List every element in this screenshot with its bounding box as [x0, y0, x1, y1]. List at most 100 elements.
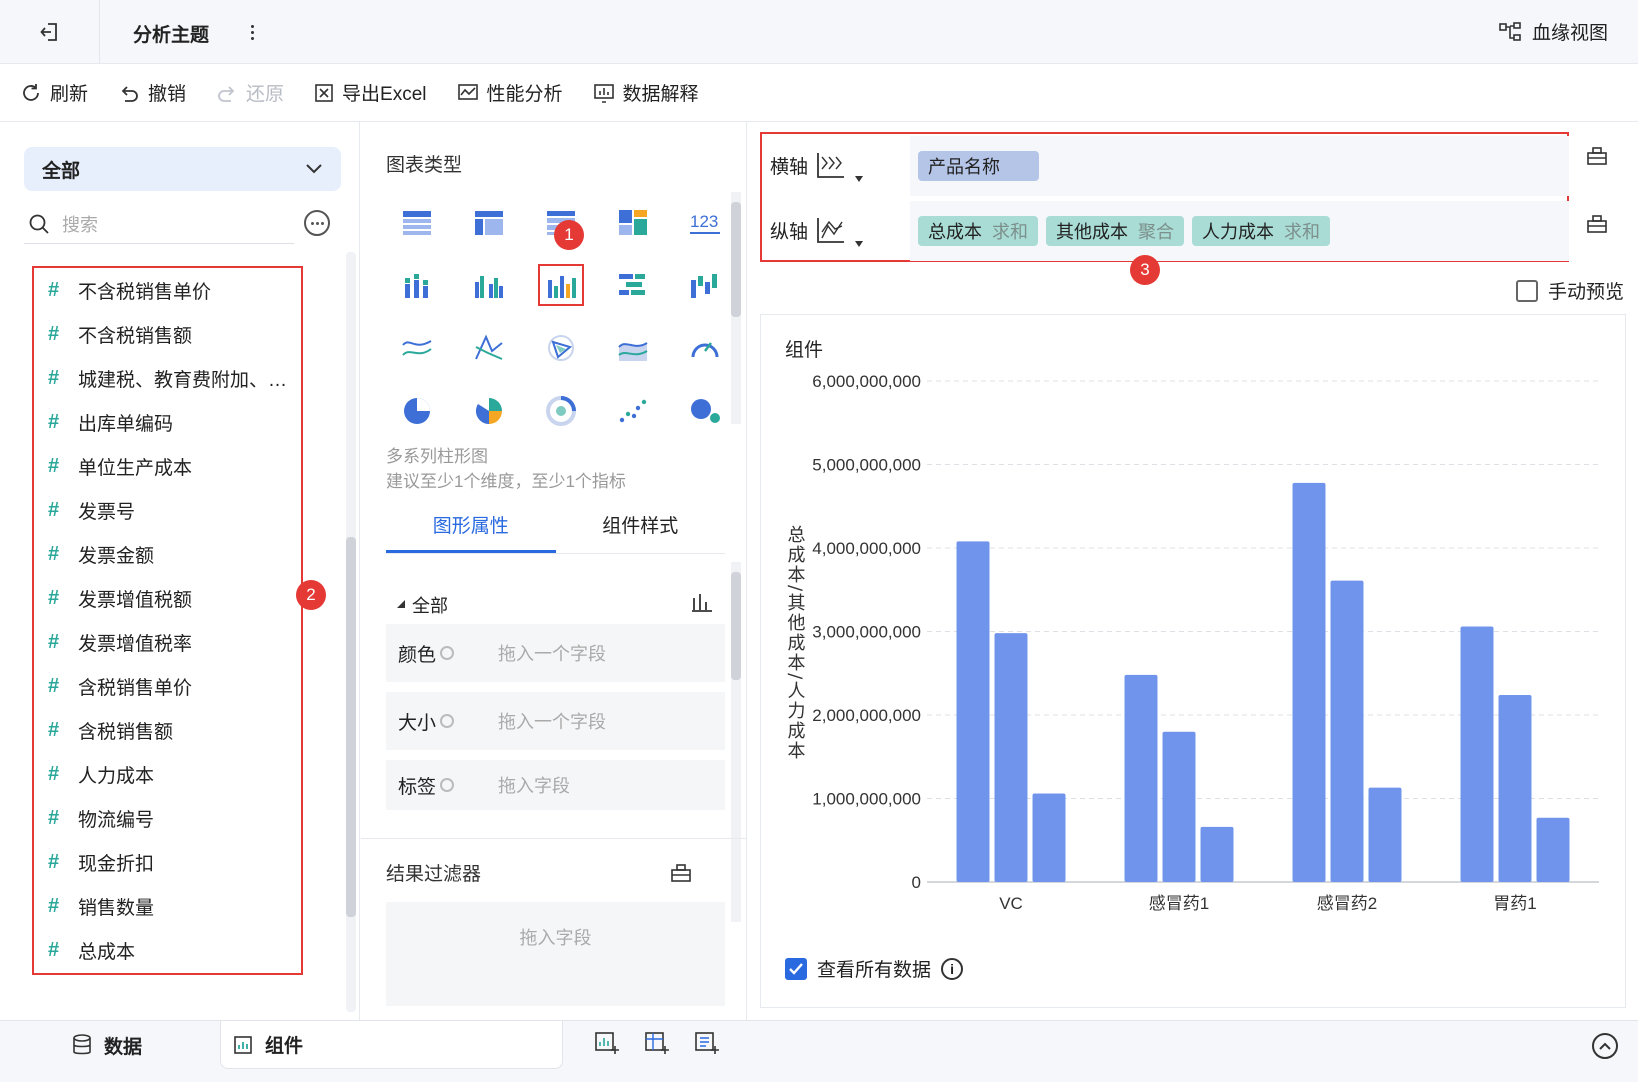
- field-item[interactable]: # 现金折扣: [34, 840, 301, 884]
- size-field-drop[interactable]: 大小 拖入一个字段: [386, 692, 725, 750]
- data-explain-button[interactable]: 数据解释: [593, 79, 699, 106]
- kpi-card-icon[interactable]: [597, 190, 669, 253]
- field-search-input[interactable]: 搜索: [24, 204, 294, 244]
- stacked-bar-icon[interactable]: [381, 253, 453, 316]
- field-item[interactable]: # 不含税销售单价: [34, 268, 301, 312]
- chart-bar[interactable]: [956, 541, 990, 882]
- field-item[interactable]: # 人力成本: [34, 752, 301, 796]
- label-field-drop[interactable]: 标签 拖入字段: [386, 760, 725, 810]
- field-item[interactable]: # 发票号: [34, 488, 301, 532]
- field-item[interactable]: # 单位生产成本: [34, 444, 301, 488]
- donut-chart-icon[interactable]: [525, 379, 597, 442]
- y-axis-settings-icon[interactable]: [1586, 214, 1608, 234]
- add-report-icon[interactable]: [694, 1031, 720, 1055]
- annotation-badge-2: 2: [296, 580, 326, 610]
- field-item[interactable]: # 含税销售单价: [34, 664, 301, 708]
- scatter-icon[interactable]: [597, 379, 669, 442]
- field-item[interactable]: # 发票金额: [34, 532, 301, 576]
- refresh-button[interactable]: 刷新: [20, 79, 88, 106]
- radar-icon[interactable]: [453, 316, 525, 379]
- field-item[interactable]: # 总成本: [34, 928, 301, 972]
- scrollbar-thumb[interactable]: [731, 202, 741, 317]
- field-item[interactable]: # 不含税销售额: [34, 312, 301, 356]
- measure-icon: #: [48, 894, 60, 917]
- x-axis-drop-zone[interactable]: 产品名称: [910, 135, 1569, 196]
- view-all-data-checkbox[interactable]: [785, 957, 807, 980]
- chart-bar[interactable]: [1330, 580, 1364, 882]
- bar-chart-toggle-icon[interactable]: [691, 592, 713, 617]
- chart-bar[interactable]: [1292, 482, 1326, 882]
- performance-analysis-button[interactable]: 性能分析: [457, 79, 563, 106]
- tab-graph-properties[interactable]: 图形属性: [386, 504, 556, 553]
- x-axis-field-pill[interactable]: 产品名称: [918, 150, 1039, 181]
- view-all-data-toggle[interactable]: 查看所有数据 i: [785, 955, 964, 982]
- data-tab[interactable]: 数据: [72, 1021, 142, 1069]
- area-chart-icon[interactable]: [597, 316, 669, 379]
- grouped-table-icon[interactable]: [453, 190, 525, 253]
- chart-bar[interactable]: [994, 633, 1028, 882]
- scrollbar-thumb[interactable]: [731, 572, 741, 680]
- undo-button[interactable]: 撤销: [118, 79, 186, 106]
- multi-series-bar-icon[interactable]: [525, 253, 597, 316]
- detail-table-icon[interactable]: [381, 190, 453, 253]
- field-item[interactable]: # 物流编号: [34, 796, 301, 840]
- range-bar-icon[interactable]: [597, 253, 669, 316]
- field-item[interactable]: # 含税销售额: [34, 708, 301, 752]
- add-table-icon[interactable]: [644, 1031, 670, 1055]
- chart-bar[interactable]: [1162, 731, 1196, 882]
- exit-button[interactable]: [0, 0, 100, 64]
- field-item[interactable]: # 出库单编码: [34, 400, 301, 444]
- chart-bar[interactable]: [1460, 626, 1494, 882]
- chart-bar[interactable]: [1200, 826, 1234, 882]
- x-axis-type-toggle[interactable]: [814, 149, 904, 183]
- lineage-icon: [1499, 21, 1521, 41]
- field-item[interactable]: #*记录数: [34, 972, 301, 973]
- y-axis-drop-zone[interactable]: 总成本 求和 其他成本 聚合 人力成本 求和: [910, 200, 1569, 261]
- collapse-panel-button[interactable]: [1592, 1033, 1618, 1059]
- more-options-icon[interactable]: [304, 210, 330, 236]
- gear-icon[interactable]: [440, 778, 455, 792]
- y-axis-field-pill[interactable]: 其他成本 聚合: [1046, 215, 1184, 246]
- manual-preview-checkbox[interactable]: [1516, 279, 1538, 302]
- result-filter-drop[interactable]: 拖入字段: [386, 902, 725, 1006]
- gear-icon[interactable]: [440, 646, 455, 660]
- field-item[interactable]: # 发票增值税额: [34, 576, 301, 620]
- chart-type-scrollbar[interactable]: [731, 192, 741, 424]
- chart-bar[interactable]: [1498, 694, 1532, 882]
- info-icon[interactable]: i: [941, 957, 964, 980]
- field-list-scrollbar[interactable]: [346, 252, 356, 1012]
- property-scope-toggle[interactable]: 全部: [396, 592, 448, 618]
- y-tick-label: 0: [912, 873, 921, 892]
- pie-chart-icon[interactable]: [381, 379, 453, 442]
- drop-placeholder: 拖入一个字段: [498, 712, 606, 732]
- y-axis-field-pill[interactable]: 总成本 求和: [918, 215, 1038, 246]
- color-field-drop[interactable]: 颜色 拖入一个字段: [386, 624, 725, 682]
- field-item[interactable]: # 发票增值税率: [34, 620, 301, 664]
- field-item[interactable]: # 城建税、教育费附加、…: [34, 356, 301, 400]
- gear-icon[interactable]: [440, 714, 455, 728]
- field-category-select[interactable]: 全部: [24, 147, 341, 191]
- polar-icon[interactable]: [525, 316, 597, 379]
- field-item[interactable]: # 销售数量: [34, 884, 301, 928]
- component-tab[interactable]: 组件: [220, 1021, 563, 1069]
- tab-component-style[interactable]: 组件样式: [556, 504, 726, 553]
- manual-preview-toggle[interactable]: 手动预览: [1516, 277, 1624, 304]
- chart-bar[interactable]: [1032, 793, 1066, 882]
- redo-button[interactable]: 还原: [216, 79, 284, 106]
- scrollbar-thumb[interactable]: [346, 537, 356, 917]
- lineage-view-button[interactable]: 血缘视图: [1498, 18, 1608, 45]
- aggregation-label: 求和: [992, 221, 1028, 242]
- more-menu-icon[interactable]: [245, 20, 259, 44]
- chart-bar[interactable]: [1124, 674, 1158, 882]
- y-axis-field-pill[interactable]: 人力成本 求和: [1192, 215, 1330, 246]
- line-chart-icon[interactable]: [381, 316, 453, 379]
- filter-settings-icon[interactable]: [670, 863, 692, 883]
- grouped-bar-icon[interactable]: [453, 253, 525, 316]
- chart-bar[interactable]: [1536, 817, 1570, 882]
- rose-chart-icon[interactable]: [453, 379, 525, 442]
- add-chart-icon[interactable]: [594, 1031, 620, 1055]
- x-axis-settings-icon[interactable]: [1586, 146, 1608, 166]
- export-excel-button[interactable]: 导出Excel: [314, 79, 427, 106]
- chart-bar[interactable]: [1368, 787, 1402, 882]
- y-axis-type-toggle[interactable]: [814, 214, 904, 248]
